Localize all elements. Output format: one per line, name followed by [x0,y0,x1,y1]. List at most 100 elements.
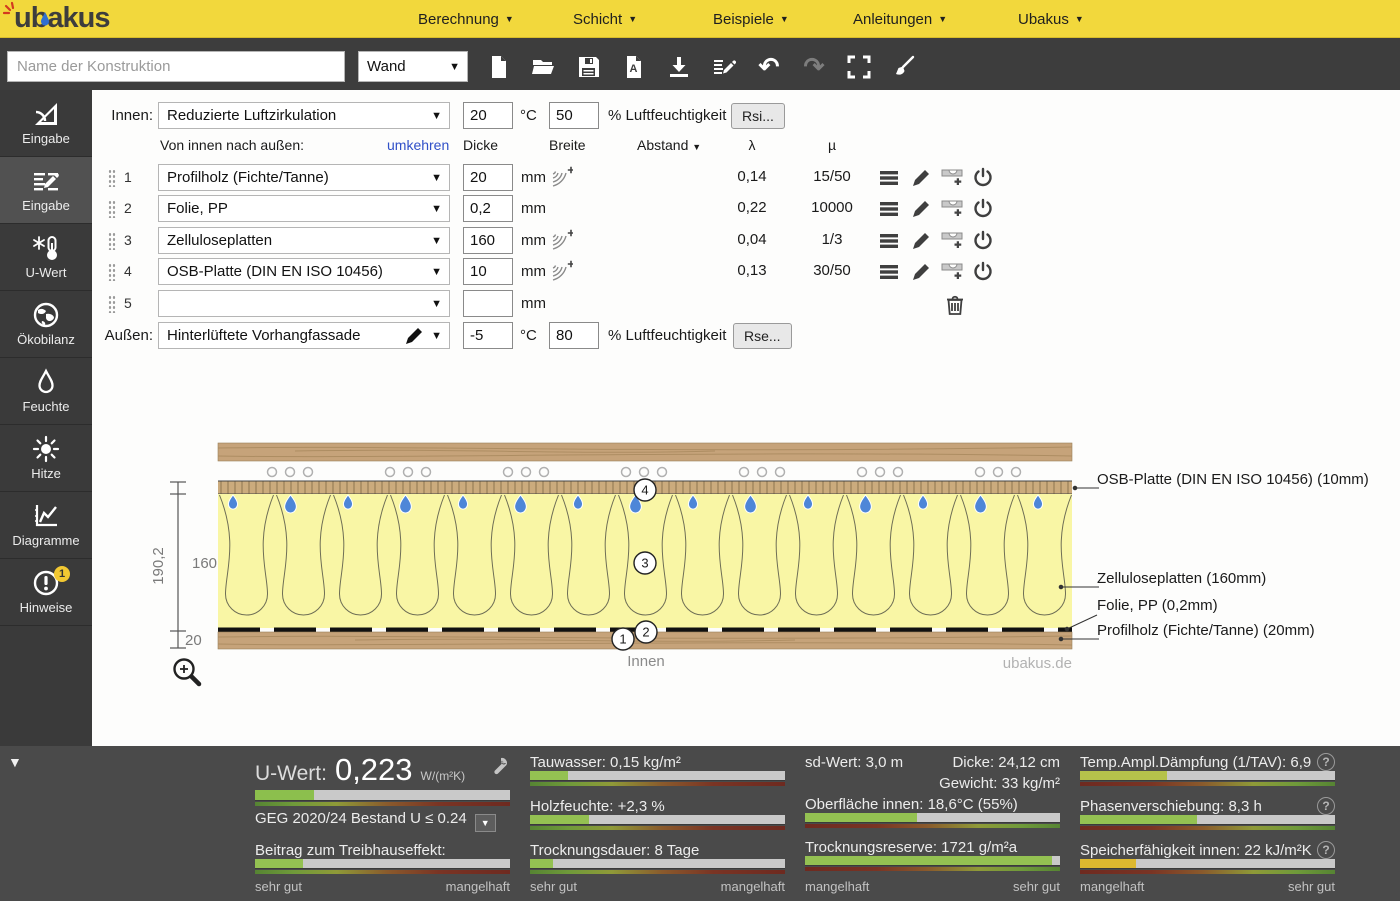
trocknungsreserve-label: Trocknungsreserve: 1721 g/m²a [805,839,1018,856]
layer-material-select[interactable]: ▼ [158,290,450,317]
layer-material-select[interactable]: Profilholz (Fichte/Tanne) ▼ [158,164,450,191]
insert-layer-icon[interactable] [941,167,963,189]
layer-marker-2[interactable]: 2 [634,620,658,644]
layer-thickness-input[interactable] [463,227,513,254]
app-logo[interactable]: ubakus [3,1,111,35]
rsi-button[interactable]: Rsi... [731,103,785,129]
sidebar-item-hitze[interactable]: Hitze [0,425,92,492]
layer-number: 4 [124,263,132,279]
layer-menu-icon[interactable] [878,198,900,220]
aussen-temp-input[interactable] [463,322,513,349]
export-pdf-icon[interactable]: A [621,54,647,80]
edit-name-icon[interactable] [711,54,737,80]
layer-menu-icon[interactable] [878,167,900,189]
layer-thickness-input[interactable] [463,164,513,191]
zoom-diagram-icon[interactable] [173,658,202,687]
dimension-lines [170,481,186,649]
innen-side-label: Innen [627,653,665,670]
help-icon[interactable]: ? [1317,753,1335,771]
toggle-layer-icon[interactable] [972,167,994,189]
col-abstand-dropdown[interactable]: Abstand ▼ [637,137,701,153]
redo-icon[interactable]: ↷ [801,54,827,80]
menu-schicht[interactable]: Schicht ▼ [573,0,637,38]
aussen-climate-select[interactable]: Hinterlüftete Vorhangfassade ▼ [158,322,450,349]
col-mu-label: µ [827,137,837,153]
innen-climate-select[interactable]: Reduzierte Luftzirkulation ▼ [158,102,450,129]
geg-standard-dropdown[interactable]: ▼ [474,814,496,832]
layer-marker-4[interactable]: 4 [633,478,657,502]
edit-layer-icon[interactable] [910,261,932,283]
wrench-icon[interactable] [489,756,509,781]
toggle-layer-icon[interactable] [972,261,994,283]
aussen-humidity-input[interactable] [549,322,599,349]
drag-handle[interactable] [108,200,116,218]
innen-row: Innen: Reduzierte Luftzirkulation▼ °C % … [92,102,1102,129]
layer-marker-1[interactable]: 1 [611,627,635,651]
chevron-down-icon: ▼ [431,171,442,184]
undo-icon[interactable]: ↶ [756,54,782,80]
insert-layer-icon[interactable] [941,198,963,220]
help-icon[interactable]: ? [1317,841,1335,859]
reverse-link[interactable]: umkehren [387,137,449,153]
holzfeuchte-label: Holzfeuchte: +2,3 % [530,798,665,815]
innen-temp-input[interactable] [463,102,513,129]
sidebar-item-eingabe-grafisch[interactable]: Eingabe [0,90,92,157]
insert-layer-icon[interactable] [941,261,963,283]
innen-temp-unit: °C [520,107,537,124]
menu-anleitungen[interactable]: Anleitungen ▼ [853,0,947,38]
layer-material-select[interactable]: Zelluloseplatten ▼ [158,227,450,254]
wood-rings-icon[interactable] [551,166,575,188]
sidebar-item-oekobilanz[interactable]: Ökobilanz [0,291,92,358]
sidebar-item-eingabe-liste[interactable]: Eingabe [0,157,92,224]
menu-beispiele[interactable]: Beispiele ▼ [713,0,789,38]
download-icon[interactable] [666,54,692,80]
sidebar-item-feuchte[interactable]: Feuchte [0,358,92,425]
edit-pencil-icon[interactable] [403,325,425,347]
help-icon[interactable]: ? [1317,797,1335,815]
layer-thickness-input[interactable] [463,258,513,285]
fullscreen-icon[interactable] [846,54,872,80]
open-folder-icon[interactable] [531,54,557,80]
wood-rings-icon[interactable] [551,229,575,251]
layer-row: 4 OSB-Platte (DIN EN ISO 10456)▼ mm 0,13… [92,258,1102,285]
layer-menu-icon[interactable] [878,230,900,252]
drag-handle[interactable] [108,169,116,187]
dicke-label: Dicke: 24,12 cm [952,754,1060,771]
layer-material-select[interactable]: OSB-Platte (DIN EN ISO 10456) ▼ [158,258,450,285]
new-document-icon[interactable] [486,54,512,80]
toggle-layer-icon[interactable] [972,230,994,252]
save-icon[interactable] [576,54,602,80]
layer-marker-3[interactable]: 3 [633,551,657,575]
drag-handle[interactable] [108,232,116,250]
diagram-label-osb: OSB-Platte (DIN EN ISO 10456) (10mm) [1097,471,1369,488]
menu-ubakus[interactable]: Ubakus ▼ [1018,0,1084,38]
layer-thickness-input[interactable] [463,195,513,222]
sidebar-item-diagramme[interactable]: Diagramme [0,492,92,559]
chevron-down-icon: ▼ [504,14,514,24]
toggle-layer-icon[interactable] [972,198,994,220]
uwert-label: U-Wert: [255,762,327,785]
edit-layer-icon[interactable] [910,230,932,252]
svg-text:1: 1 [619,632,626,647]
brush-icon[interactable] [891,54,917,80]
sidebar-item-uwert[interactable]: U-Wert [0,224,92,291]
sidebar-item-hinweise[interactable]: 1 Hinweise [0,559,92,626]
wood-rings-icon[interactable] [551,260,575,282]
insert-layer-icon[interactable] [941,230,963,252]
rse-button[interactable]: Rse... [733,323,792,349]
construction-name-input[interactable] [7,51,345,82]
chart-icon [35,505,57,527]
trash-icon[interactable] [944,294,966,316]
construction-type-select[interactable]: Wand ▼ [358,51,468,82]
edit-layer-icon[interactable] [910,167,932,189]
innen-humidity-input[interactable] [549,102,599,129]
layer-menu-icon[interactable] [878,261,900,283]
edit-layer-icon[interactable] [910,198,932,220]
drag-handle[interactable] [108,263,116,281]
drag-handle[interactable] [108,295,116,313]
layer-material-select[interactable]: Folie, PP ▼ [158,195,450,222]
menu-berechnung[interactable]: Berechnung ▼ [418,0,514,38]
phase-bar [1080,815,1335,825]
collapse-results-icon[interactable]: ▼ [8,754,22,770]
layer-thickness-input[interactable] [463,290,513,317]
